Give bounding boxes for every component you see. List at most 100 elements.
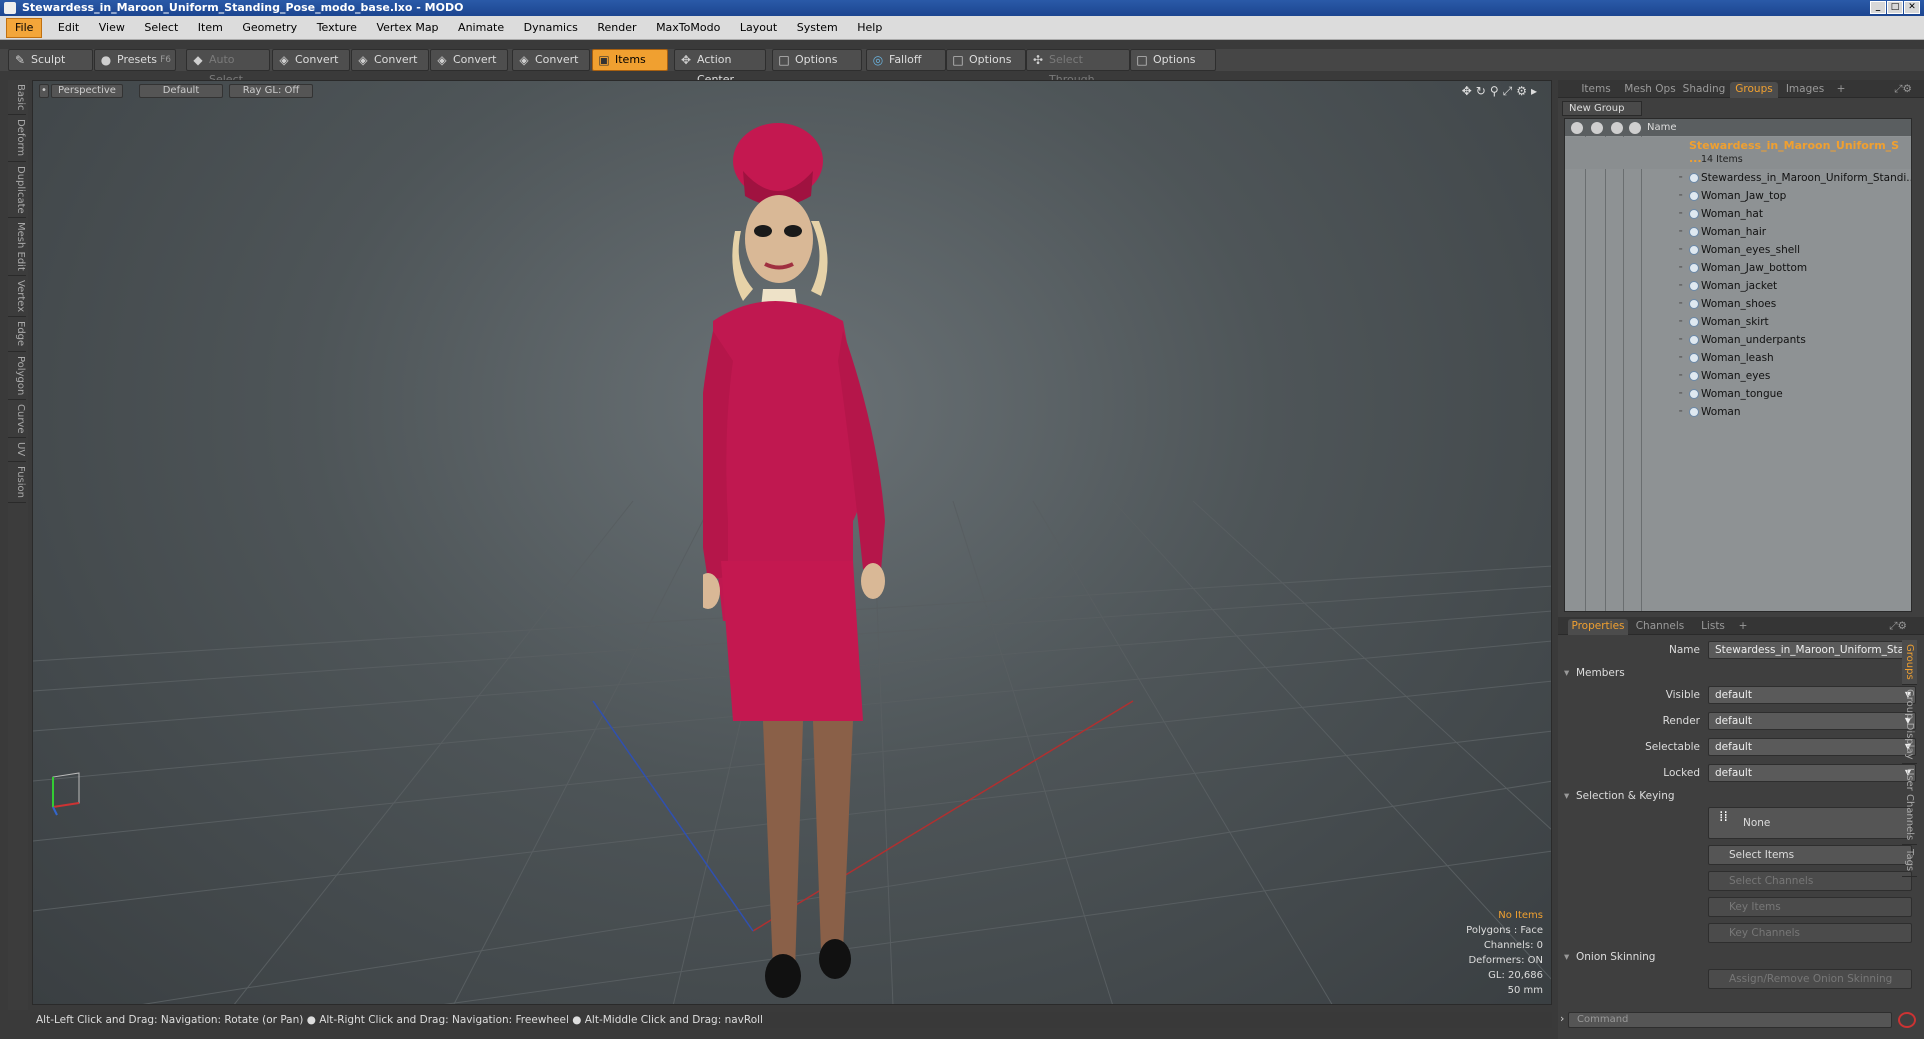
convert-button-4[interactable]: ◈ Convert (512, 49, 590, 71)
tab-edge[interactable]: Edge (8, 317, 26, 352)
menu-geometry[interactable]: Geometry (234, 17, 305, 39)
tab-properties[interactable]: Properties (1568, 619, 1628, 635)
name-field[interactable]: Stewardess_in_Maroon_Uniform_Standir (1708, 641, 1916, 659)
options-button-2[interactable]: □ Options (946, 49, 1026, 71)
group-item-row[interactable]: ⁃ Woman_skirt (1565, 313, 1911, 331)
menu-dynamics[interactable]: Dynamics (516, 17, 586, 39)
select-channels-button[interactable]: Select Channels (1708, 871, 1912, 891)
new-group-button[interactable]: New Group (1562, 101, 1642, 116)
action-center-button[interactable]: ✥Action Center (674, 49, 766, 86)
tab-groups-vertical[interactable]: Groups (1902, 640, 1917, 685)
group-item-row[interactable]: ⁃ Woman_hair (1565, 223, 1911, 241)
locked-dropdown[interactable]: default ▼ (1708, 764, 1916, 782)
convert-button-1[interactable]: ◈ Convert (272, 49, 350, 71)
lock-icon[interactable] (1629, 122, 1641, 134)
record-icon[interactable] (1898, 1012, 1916, 1028)
group-item-row[interactable]: ⁃ Woman_jacket (1565, 277, 1911, 295)
menu-edit[interactable]: Edit (50, 17, 87, 39)
assign-onion-button[interactable]: Assign/Remove Onion Skinning (1708, 969, 1912, 989)
viewport-nav-icons[interactable]: ✥↻⚲⤢⚙▸ (1462, 84, 1541, 99)
presets-button[interactable]: ● Presets F6 (94, 49, 176, 71)
menu-maxtomodo[interactable]: MaxToModo (648, 17, 728, 39)
selection-keying-section[interactable]: Selection & Keying (1562, 788, 1920, 804)
key-items-button[interactable]: Key Items (1708, 897, 1912, 917)
tab-curve[interactable]: Curve (8, 400, 26, 439)
tab-fusion[interactable]: Fusion (8, 462, 26, 503)
panel-expand-icon[interactable]: ⤢⚙ (1878, 619, 1918, 635)
selectable-dropdown[interactable]: default ▼ (1708, 738, 1916, 756)
tab-mesh-edit[interactable]: Mesh Edit (8, 218, 26, 277)
viewport-menu-icon[interactable]: • (39, 84, 49, 98)
group-item-row[interactable]: ⁃ Woman_underpants (1565, 331, 1911, 349)
select-icon[interactable] (1611, 122, 1623, 134)
tab-groups[interactable]: Groups (1730, 82, 1778, 98)
menu-item[interactable]: Item (190, 17, 231, 39)
add-tab-icon[interactable]: + (1736, 619, 1750, 635)
group-item-row[interactable]: ⁃ Woman_Jaw_top (1565, 187, 1911, 205)
command-input[interactable]: Command (1568, 1012, 1892, 1028)
convert-button-3[interactable]: ◈ Convert (430, 49, 508, 71)
none-button[interactable]: ⁞⁞ None (1708, 807, 1912, 839)
menu-layout[interactable]: Layout (732, 17, 785, 39)
select-items-button[interactable]: Select Items (1708, 845, 1912, 865)
add-tab-icon[interactable]: + (1834, 82, 1848, 98)
view-type-dropdown[interactable]: Perspective (51, 84, 123, 98)
group-item-row[interactable]: ⁃ Woman_shoes (1565, 295, 1911, 313)
shading-style-dropdown[interactable]: Default (139, 84, 223, 98)
maximize-button[interactable]: □ (1887, 1, 1903, 14)
tab-channels[interactable]: Channels (1632, 619, 1688, 635)
key-channels-button[interactable]: Key Channels (1708, 923, 1912, 943)
close-button[interactable]: ✕ (1904, 1, 1920, 14)
visible-dropdown[interactable]: default ▼ (1708, 686, 1916, 704)
group-item-row[interactable]: ⁃ Woman_eyes (1565, 367, 1911, 385)
menu-file[interactable]: File (6, 18, 43, 38)
tab-tags[interactable]: Tags (1902, 845, 1917, 877)
group-item-row[interactable]: ⁃ Woman_hat (1565, 205, 1911, 223)
menu-select[interactable]: Select (136, 17, 186, 39)
panel-expand-icon[interactable]: ⤢⚙ (1888, 82, 1918, 98)
group-item-row[interactable]: ⁃ Woman_leash (1565, 349, 1911, 367)
group-item-row[interactable]: ⁃ Woman_eyes_shell (1565, 241, 1911, 259)
menu-texture[interactable]: Texture (309, 17, 365, 39)
tab-shading[interactable]: Shading (1680, 82, 1728, 98)
tab-vertex[interactable]: Vertex (8, 276, 26, 318)
tab-items[interactable]: Items (1574, 82, 1618, 98)
minimize-button[interactable]: _ (1870, 1, 1886, 14)
menu-view[interactable]: View (91, 17, 133, 39)
tab-images[interactable]: Images (1780, 82, 1830, 98)
falloff-button[interactable]: ◎ Falloff (866, 49, 946, 71)
select-through-button[interactable]: ✣Select Through (1026, 49, 1130, 86)
auto-select-button[interactable]: ◆Auto Select (186, 49, 270, 86)
convert-button-2[interactable]: ◈ Convert (351, 49, 429, 71)
menu-render[interactable]: Render (589, 17, 644, 39)
items-mode-button[interactable]: ▣ Items (592, 49, 668, 71)
sculpt-button[interactable]: ✎ Sculpt (8, 49, 93, 71)
menu-animate[interactable]: Animate (450, 17, 512, 39)
tab-user-channels[interactable]: User Channels (1902, 764, 1917, 846)
render-dropdown[interactable]: default ▼ (1708, 712, 1916, 730)
eye-icon[interactable] (1571, 122, 1583, 134)
menu-vertex-map[interactable]: Vertex Map (368, 17, 446, 39)
menu-system[interactable]: System (789, 17, 846, 39)
group-root-row[interactable]: Stewardess_in_Maroon_Uniform_S ... 14 It… (1565, 137, 1911, 169)
tab-uv[interactable]: UV (8, 438, 26, 462)
members-section[interactable]: Members (1562, 665, 1920, 681)
tab-mesh-ops[interactable]: Mesh Ops (1620, 82, 1680, 98)
options-button-3[interactable]: □ Options (1130, 49, 1216, 71)
tab-lists[interactable]: Lists (1692, 619, 1734, 635)
tab-polygon[interactable]: Polygon (8, 352, 26, 400)
tab-duplicate[interactable]: Duplicate (8, 162, 26, 219)
onion-skinning-section[interactable]: Onion Skinning (1562, 949, 1920, 965)
tab-group-display[interactable]: Group Display (1902, 685, 1917, 765)
menu-help[interactable]: Help (849, 17, 890, 39)
render-icon[interactable] (1591, 122, 1603, 134)
options-button-1[interactable]: □ Options (772, 49, 862, 71)
tab-deform[interactable]: Deform (8, 115, 26, 162)
tab-basic[interactable]: Basic (8, 80, 26, 116)
group-item-row[interactable]: ⁃ Stewardess_in_Maroon_Uniform_Standi... (1565, 169, 1911, 187)
raygl-dropdown[interactable]: Ray GL: Off (229, 84, 313, 98)
group-item-row[interactable]: ⁃ Woman_Jaw_bottom (1565, 259, 1911, 277)
group-item-row[interactable]: ⁃ Woman (1565, 403, 1911, 421)
group-item-row[interactable]: ⁃ Woman_tongue (1565, 385, 1911, 403)
3d-viewport[interactable]: • Perspective Default Ray GL: Off ✥↻⚲⤢⚙▸… (32, 80, 1552, 1005)
